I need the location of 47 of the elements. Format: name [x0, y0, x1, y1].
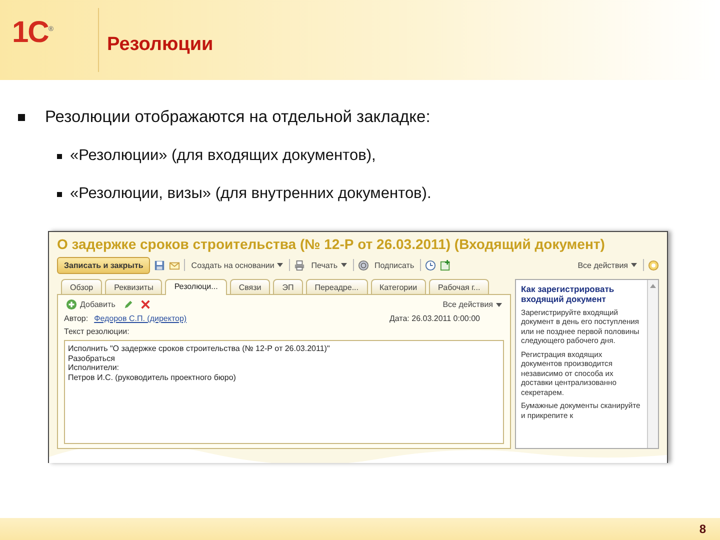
bullet-icon: [57, 154, 62, 158]
table-add-icon[interactable]: [440, 260, 452, 270]
tab[interactable]: ЭП: [273, 279, 303, 294]
bullet-text: «Резолюции, визы» (для внутренних документов).: [70, 185, 432, 203]
caret-icon: [277, 263, 284, 267]
resolution-text-field[interactable]: Исполнить "О задержке сроков строительства (№ 12-Р от 26.03.2011)" Разобраться Исполнители: Петров И.С. (руководитель проектного бюро): [64, 340, 504, 444]
tab[interactable]: Категории: [370, 279, 426, 294]
caret-icon: [631, 263, 637, 267]
help-icon[interactable]: [648, 260, 659, 270]
author-link[interactable]: Федоров С.П. (директор): [94, 314, 187, 323]
slide-title: Резолюции: [107, 34, 214, 56]
printer-icon[interactable]: [294, 260, 306, 270]
scrollbar[interactable]: [647, 280, 658, 448]
add-button[interactable]: Добавить: [64, 299, 118, 310]
all-actions-button[interactable]: Все действия: [440, 300, 504, 309]
help-title: Как зарегистрировать входящий документ: [521, 284, 616, 304]
caret-icon: [340, 263, 347, 267]
author-label: Автор:: [64, 314, 88, 323]
tab[interactable]: Резолюци...: [165, 279, 227, 295]
print-button[interactable]: Печать: [309, 260, 349, 270]
save-icon[interactable]: [154, 260, 166, 270]
sign-button[interactable]: Подписать: [372, 260, 416, 270]
envelope-icon[interactable]: [169, 260, 180, 270]
seal-icon[interactable]: [358, 260, 369, 270]
date-text: Дата: 26.03.2011 0:00:00: [389, 314, 480, 323]
tab[interactable]: Обзор: [61, 279, 102, 294]
tab[interactable]: Реквизиты: [105, 279, 162, 294]
all-actions-button[interactable]: Все действия: [576, 260, 639, 270]
clock-icon[interactable]: [425, 260, 436, 270]
field-label: Текст резолюции:: [64, 327, 130, 336]
save-and-close-button[interactable]: Записать и закрыть: [57, 256, 150, 274]
window-title: О задержке сроков строительства (№ 12-Р от 26.03.2011) (Входящий документ): [49, 232, 667, 255]
delete-icon[interactable]: [140, 299, 152, 310]
pencil-icon[interactable]: [123, 299, 134, 310]
bullet-icon: [18, 114, 25, 121]
plus-icon: [66, 299, 77, 310]
create-based-on-button[interactable]: Создать на основании: [189, 260, 286, 270]
scroll-up-icon[interactable]: [650, 284, 656, 288]
logo: 1С$^{®}$: [11, 16, 54, 50]
tab[interactable]: Рабочая г...: [429, 279, 490, 294]
bullet-text: Резолюции отображаются на отдельной закладке:: [45, 108, 430, 127]
page-number: 8: [699, 522, 706, 536]
bullet-icon: [57, 192, 62, 196]
caret-icon: [496, 302, 502, 306]
bullet-text: «Резолюции» (для входящих документов),: [70, 147, 376, 165]
tab[interactable]: Связи: [230, 279, 270, 294]
tab[interactable]: Переадре...: [306, 279, 368, 294]
